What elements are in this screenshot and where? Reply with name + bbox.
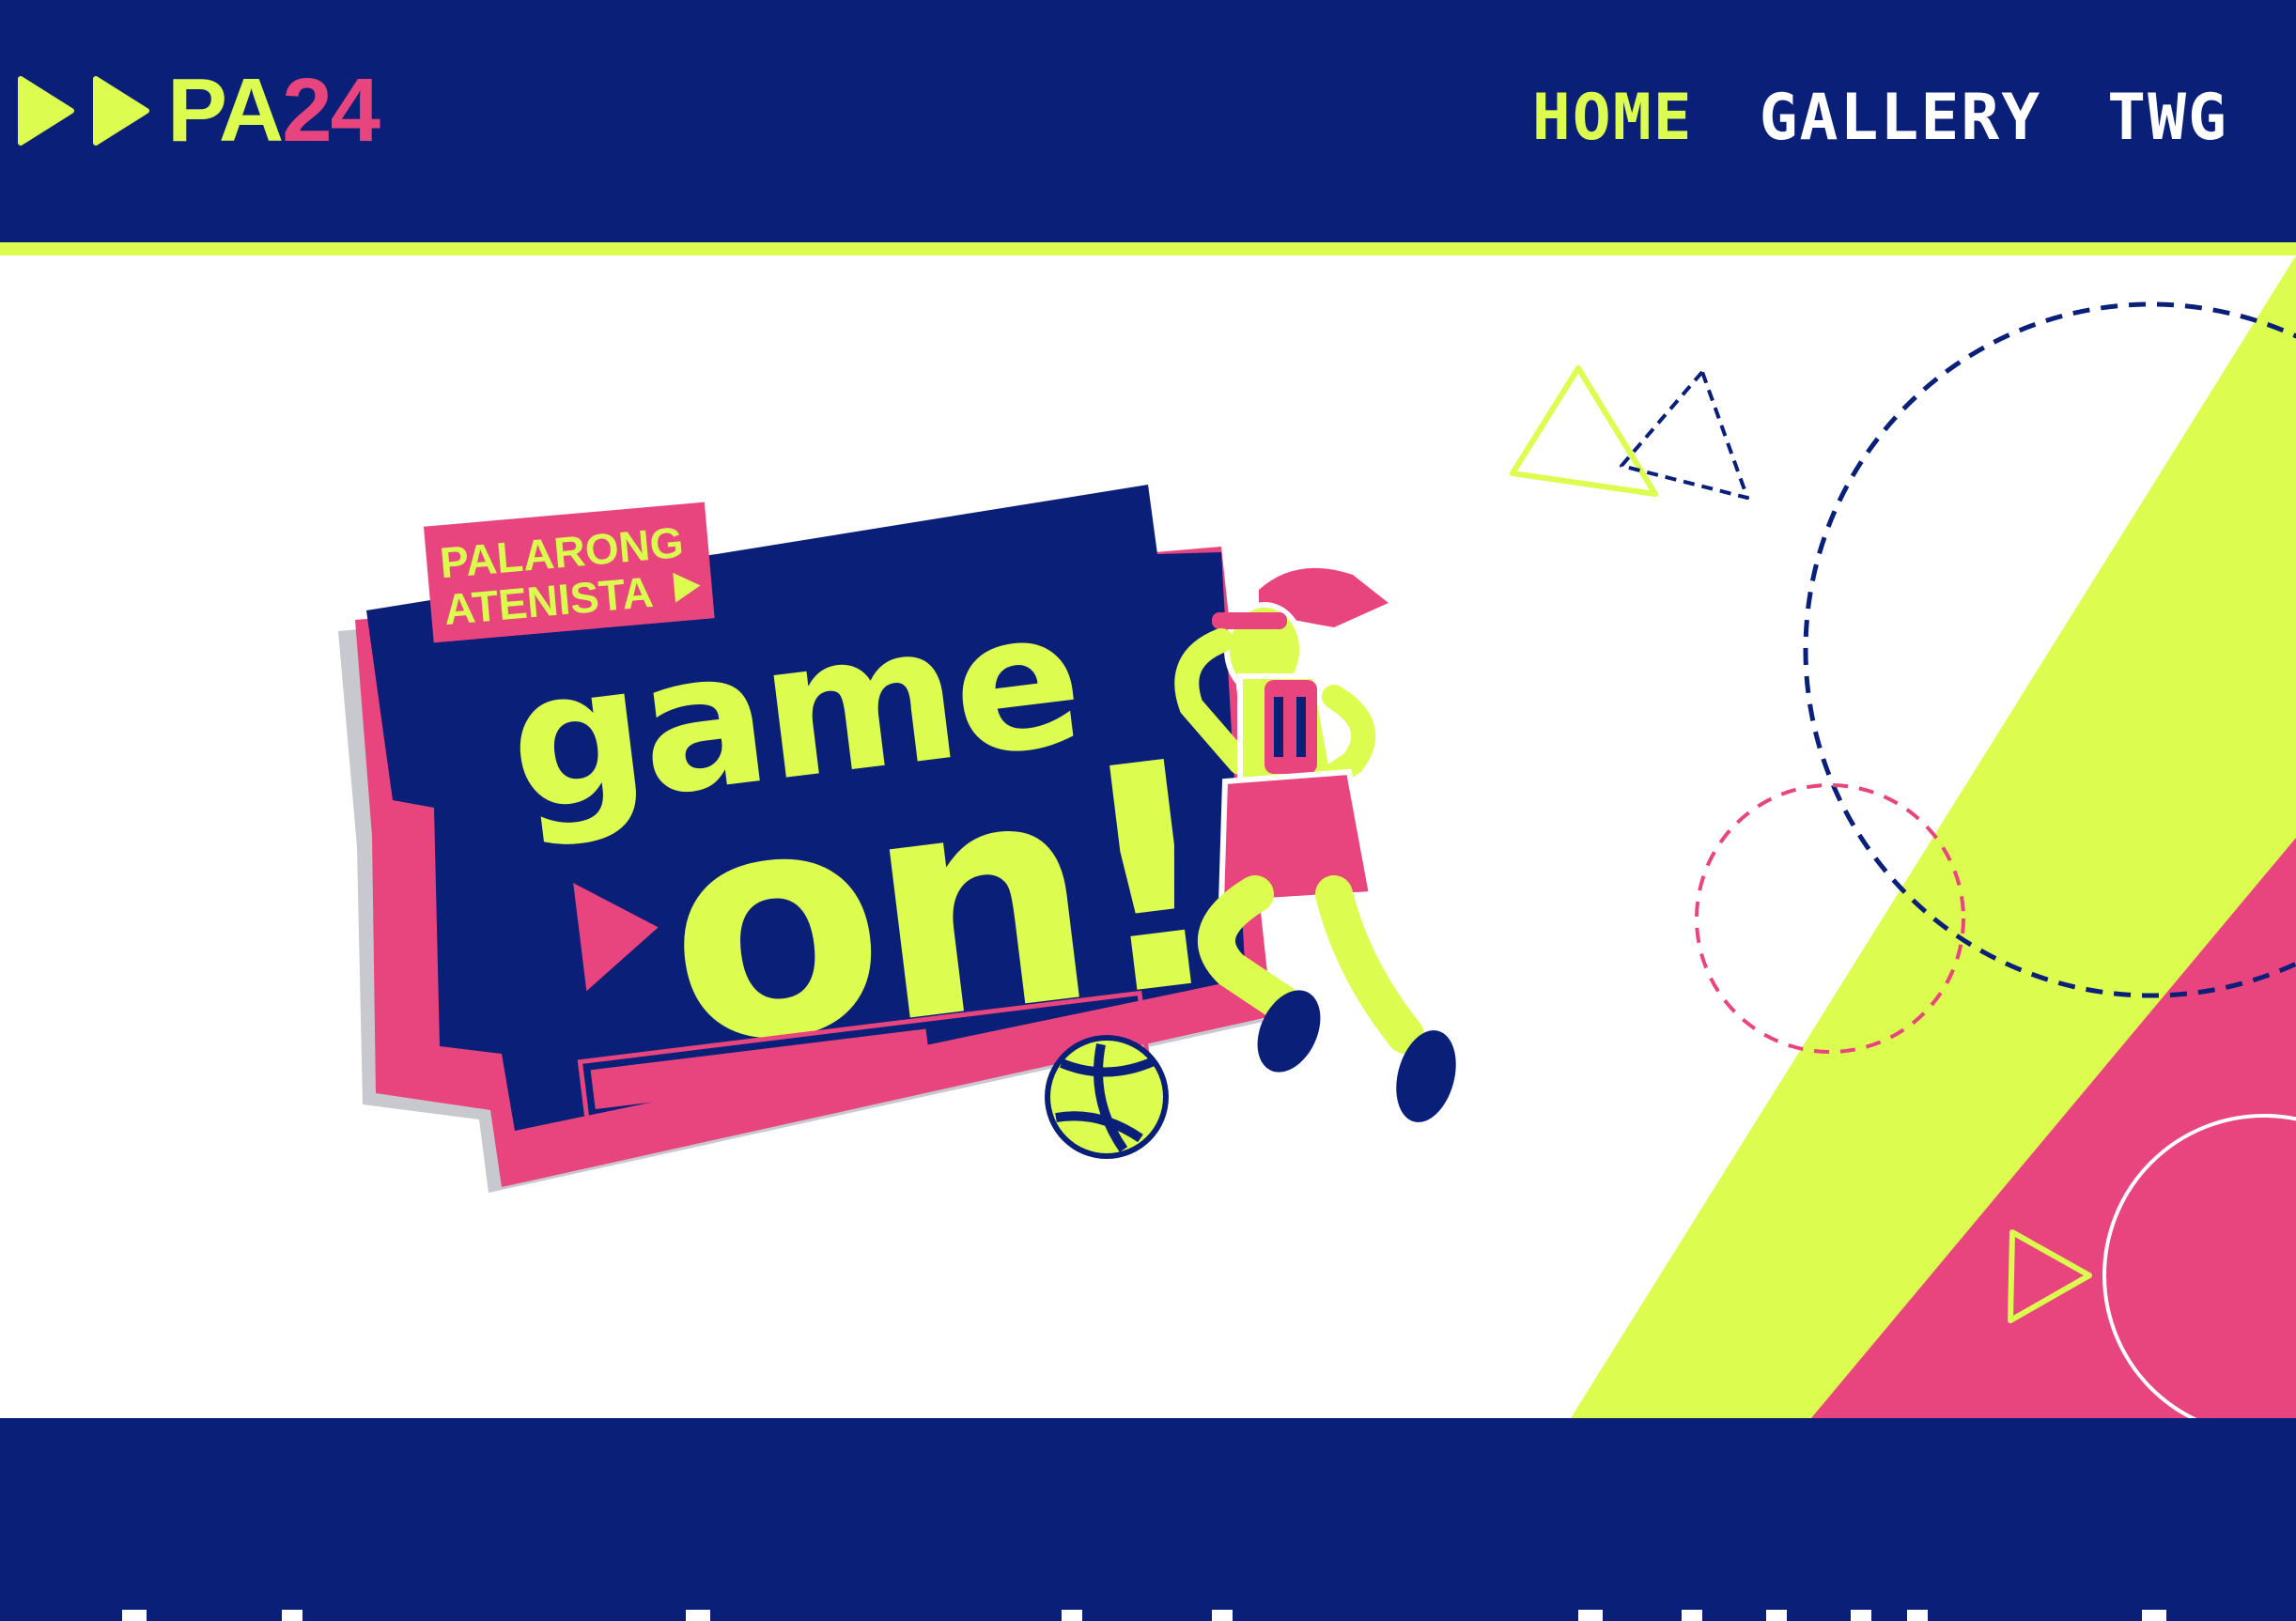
cut-off-text-row	[122, 1610, 2166, 1621]
hero-decor	[1510, 255, 2296, 1418]
navy-dashed-triangle-icon	[1620, 370, 1749, 500]
logo-number: 24	[282, 60, 380, 161]
site-logo[interactable]: PA24	[17, 66, 380, 156]
logo-wordmark: PA24	[167, 66, 380, 156]
main-nav: HOME GALLERY TWG	[1532, 75, 2228, 160]
nav-twg[interactable]: TWG	[2107, 81, 2228, 155]
logo-prefix: PA	[167, 60, 284, 161]
nav-home[interactable]: HOME	[1532, 81, 1694, 155]
hero-artwork: PALARONG ATENISTA game on!	[338, 255, 2296, 1418]
hero-section: PALARONG ATENISTA game on!	[0, 255, 2296, 1418]
site-header: PA24 HOME GALLERY TWG	[0, 0, 2296, 242]
header-accent-stripe	[0, 242, 2296, 255]
volleyball-icon	[1045, 1035, 1169, 1159]
nav-gallery[interactable]: GALLERY	[1760, 81, 2042, 155]
content-section-band	[0, 1418, 2296, 1621]
game-on-badge: PALARONG ATENISTA game on!	[338, 485, 1456, 1193]
double-play-arrow-icon	[18, 76, 149, 146]
lime-triangle-outline-icon	[1510, 365, 1658, 497]
